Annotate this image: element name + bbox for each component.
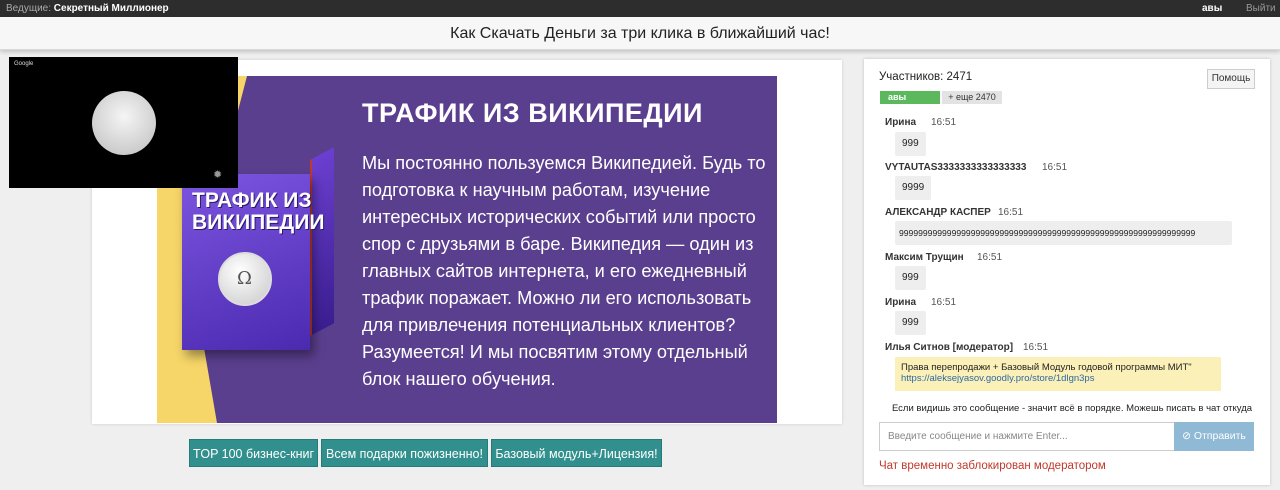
message-time: 16:51: [977, 252, 1003, 263]
product-box-title-line2: ВИКИПЕДИИ: [192, 211, 325, 234]
webinar-title: Как Скачать Деньги за три клика в ближай…: [0, 17, 1280, 50]
check-circle-icon: ⊘: [1182, 430, 1191, 442]
gear-icon[interactable]: ✹: [213, 168, 222, 181]
chat-blocked-status: Чат временно заблокирован модератором: [879, 460, 1106, 472]
message-time: 16:51: [931, 297, 957, 308]
chat-panel: Участников: 2471 Помощь авы + еще 2470 И…: [864, 59, 1270, 485]
product-box-side: [310, 147, 334, 336]
message-text: 999: [895, 132, 926, 156]
help-button[interactable]: Помощь: [1207, 69, 1255, 89]
chat-notice: Если видишь это сообщение - значит всё в…: [891, 403, 1253, 414]
product-box-title-line1: ТРАФИК ИЗ: [192, 189, 312, 212]
chat-message-input[interactable]: Введите сообщение и нажмите Enter...: [879, 422, 1175, 451]
current-user[interactable]: авы: [1202, 0, 1222, 17]
moderator-message-link[interactable]: https://aleksejyasov.goodly.pro/store/1d…: [901, 373, 1215, 384]
host-label: Ведущие:: [6, 3, 51, 14]
message-author: Ирина: [885, 297, 917, 308]
message-author: Максим Трущин: [885, 252, 964, 263]
top100-books-button[interactable]: TOP 100 бизнес-книг: [189, 439, 318, 467]
message-author: VYTAUTAS3333333333333333: [885, 162, 1027, 173]
base-module-button[interactable]: Базовый модуль+Лицензия!: [491, 439, 662, 467]
host-name: Секретный Миллионер: [53, 3, 169, 14]
slide-heading: ТРАФИК ИЗ ВИКИПЕДИИ: [362, 98, 703, 128]
avatar: [92, 91, 156, 155]
logout-link[interactable]: Выйти: [1246, 0, 1276, 17]
message-time: 16:51: [931, 117, 957, 128]
send-button-label: Отправить: [1193, 430, 1246, 442]
message-text: 9999999999999999999999999999999999999999…: [895, 221, 1232, 245]
message-time: 16:51: [998, 207, 1024, 218]
message-text: 999: [895, 311, 926, 335]
send-button[interactable]: ⊘ Отправить: [1174, 422, 1254, 451]
host-video[interactable]: Google ✹: [9, 57, 238, 188]
product-box-image: ТРАФИК ИЗ ВИКИПЕДИИ Ω: [182, 147, 334, 350]
slide-body: Мы постоянно пользуемся Википедией. Будь…: [362, 153, 766, 389]
product-box-title: ТРАФИК ИЗ ВИКИПЕДИИ: [192, 190, 324, 234]
message-time: 16:51: [1023, 342, 1049, 353]
gifts-button[interactable]: Всем подарки пожизненно!: [321, 439, 488, 467]
message-text: 9999: [895, 176, 932, 200]
user-badge[interactable]: авы: [880, 91, 940, 104]
message-text: 999: [895, 266, 926, 290]
moderator-author: Илья Ситнов [модератор]: [885, 342, 1014, 353]
wikipedia-glyph: Ω: [237, 268, 252, 289]
message-author: Ирина: [885, 117, 917, 128]
host-info: Ведущие: Секретный Миллионер: [6, 0, 169, 17]
moderator-message: Права перепродажи + Базовый Модуль годов…: [895, 357, 1221, 391]
message-author: АЛЕКСАНДР КАСПЕР: [885, 207, 991, 218]
presentation-slide: ТРАФИК ИЗ ВИКИПЕДИИ Ω ТРАФИК ИЗ ВИКИПЕДИ…: [157, 76, 777, 423]
message-time: 16:51: [1042, 162, 1068, 173]
top-bar: Ведущие: Секретный Миллионер авы Выйти: [0, 0, 1280, 17]
moderator-message-text: Права перепродажи + Базовый Модуль годов…: [901, 362, 1192, 373]
more-participants-badge[interactable]: + еще 2470: [942, 91, 1002, 104]
participants-count: Участников: 2471: [879, 71, 973, 83]
video-brand: Google: [14, 61, 34, 67]
